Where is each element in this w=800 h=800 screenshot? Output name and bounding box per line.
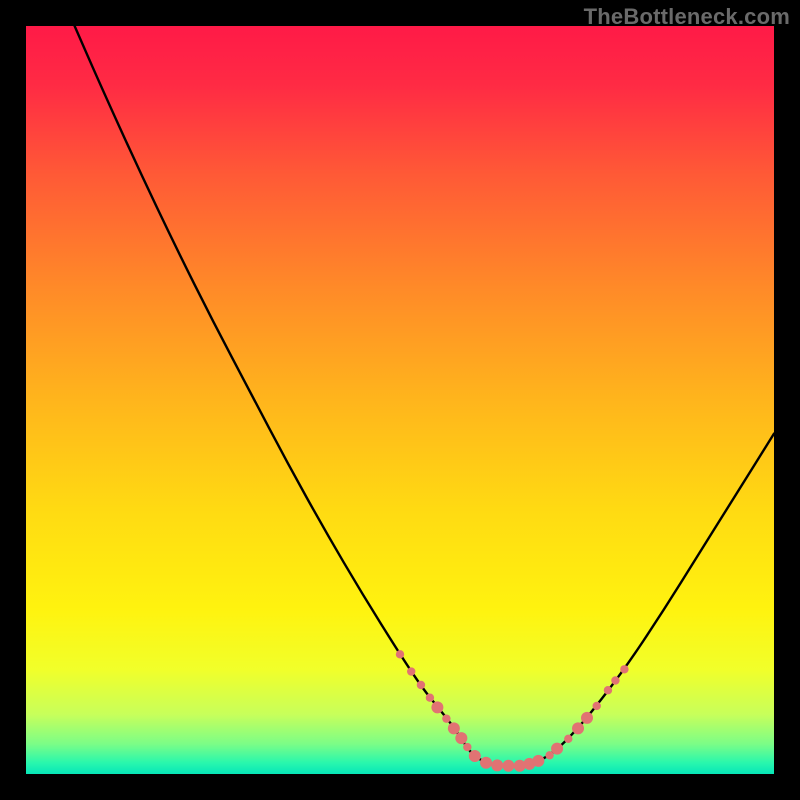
chart-frame: TheBottleneck.com bbox=[0, 0, 800, 800]
gradient-background bbox=[26, 26, 774, 774]
plot-area bbox=[26, 26, 774, 774]
